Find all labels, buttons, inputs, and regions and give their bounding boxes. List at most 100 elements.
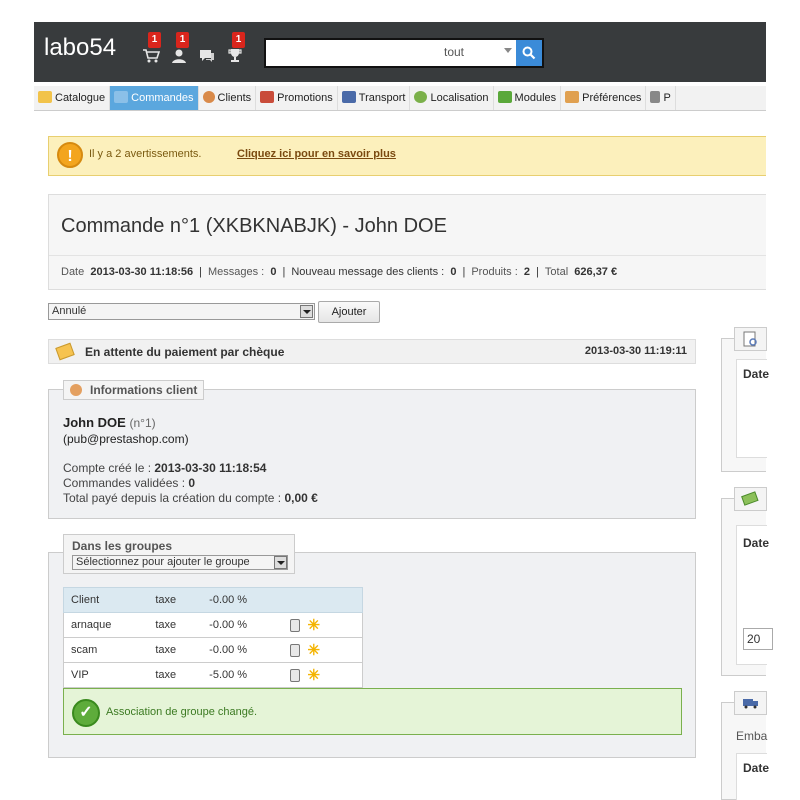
group-name: VIP — [63, 662, 149, 688]
group-actions — [282, 587, 363, 613]
paid-label: Total payé depuis la création du compte … — [63, 491, 285, 505]
payment-status-label: En attente du paiement par chèque — [85, 345, 285, 359]
check-icon: ✓ — [72, 699, 100, 727]
search-input[interactable] — [266, 40, 436, 66]
menu-modules[interactable]: Modules — [494, 86, 562, 110]
warning-link[interactable]: Cliquez ici pour en savoir plus — [237, 148, 396, 160]
truck-icon — [734, 691, 767, 715]
client-email[interactable]: (pub@prestashop.com) — [63, 432, 189, 446]
client-name[interactable]: John DOE — [63, 415, 126, 430]
documents-table: Date — [736, 359, 770, 458]
cart-icon — [142, 48, 161, 69]
chevron-down-icon — [300, 305, 313, 318]
add-group-select[interactable]: Sélectionnez pour ajouter le groupe — [72, 555, 288, 570]
calendar-icon — [260, 91, 275, 103]
menu-preferences[interactable]: Préférences — [561, 86, 647, 110]
warning-text: Il y a 2 avertissements. — [89, 148, 202, 160]
default-group-icon[interactable]: ✳ — [308, 618, 321, 633]
delete-icon[interactable] — [289, 643, 300, 657]
orders-badge: 1 — [148, 32, 161, 48]
shipping-date-header: Date — [743, 761, 770, 775]
prefs-icon — [565, 91, 580, 103]
group-reduction: -0.00 % — [202, 637, 283, 663]
success-message: ✓ Association de groupe changé. — [63, 688, 682, 735]
order-meta: Date 2013-03-30 11:18:56 | Messages : 0 | No… — [49, 255, 766, 291]
payment-status-date: 2013-03-30 11:19:11 — [584, 345, 687, 357]
cart-icon — [114, 91, 129, 103]
menu-commandes[interactable]: Commandes — [110, 86, 199, 110]
shop-name[interactable]: labo54 — [44, 34, 116, 62]
messages-notification[interactable] — [198, 42, 222, 66]
default-group-icon[interactable]: ✳ — [308, 643, 321, 658]
order-status-select[interactable]: Annulé — [48, 303, 315, 320]
menu-catalogue[interactable]: Catalogue — [34, 86, 111, 110]
delete-icon[interactable] — [289, 618, 300, 632]
new-messages-value: 0 — [450, 266, 457, 278]
warning-icon: ! — [57, 142, 83, 168]
customers-notification[interactable]: 1 — [170, 32, 194, 66]
group-name: Client — [63, 587, 149, 613]
groups-legend: Dans les groupes Sélectionnez pour ajout… — [63, 534, 295, 574]
search-scope-select[interactable]: tout — [438, 42, 518, 64]
groups-title: Dans les groupes — [72, 539, 173, 553]
right-panel-documents: Date — [721, 327, 770, 472]
wrench-icon — [650, 91, 661, 103]
orders-notification[interactable]: 1 — [142, 32, 166, 69]
chevron-down-icon — [274, 556, 287, 569]
payment-date-input[interactable]: 20 — [743, 628, 773, 650]
payments-table: Date 20 — [736, 525, 773, 665]
menu-label: Modules — [514, 92, 557, 104]
client-id: (n°1) — [129, 416, 156, 430]
shipping-label: Emba — [736, 729, 768, 743]
menu-localisation[interactable]: Localisation — [410, 86, 494, 110]
table-row: Client taxe -0.00 % — [63, 587, 363, 613]
menu-transport[interactable]: Transport — [338, 86, 411, 110]
client-info-legend: Informations client — [63, 380, 205, 400]
group-tax: taxe — [148, 662, 203, 688]
main-menu: Catalogue Commandes Clients Promotions Trans… — [34, 86, 766, 111]
group-name: scam — [63, 637, 149, 663]
success-text: Association de groupe changé. — [106, 706, 258, 718]
total-label: Total — [544, 266, 569, 278]
menu-label: Commandes — [131, 92, 194, 104]
table-row: arnaque taxe -0.00 % ✳ — [63, 612, 363, 638]
menu-label: Localisation — [430, 92, 489, 104]
add-status-button[interactable]: Ajouter — [318, 301, 380, 323]
payment-status-row: En attente du paiement par chèque 2013-0… — [48, 339, 696, 364]
menu-promotions[interactable]: Promotions — [256, 86, 338, 110]
money-icon — [734, 487, 767, 511]
default-group-icon[interactable]: ✳ — [308, 668, 321, 683]
group-tax: taxe — [148, 612, 203, 638]
date-value: 2013-03-30 11:18:56 — [90, 266, 194, 278]
search-icon — [522, 46, 536, 60]
right-panel-shipping: Emba Date — [721, 691, 770, 800]
new-messages-label: Nouveau message des clients : — [291, 266, 445, 278]
top-header: labo54 1 1 1 tout — [34, 22, 766, 82]
created-value: 2013-03-30 11:18:54 — [154, 461, 267, 475]
document-icon — [734, 327, 767, 351]
right-panel-payments: Date 20 — [721, 487, 773, 676]
order-header: Commande n°1 (XKBKNABJK) - John DOE Date… — [48, 194, 766, 290]
customers-badge: 1 — [176, 32, 189, 48]
trophy-badge: 1 — [232, 32, 245, 48]
group-actions: ✳ — [282, 662, 363, 688]
created-label: Compte créé le : — [63, 461, 155, 475]
menu-clients[interactable]: Clients — [199, 86, 257, 110]
globe-icon — [414, 91, 428, 103]
trophy-notification[interactable]: 1 — [226, 32, 250, 69]
documents-date-header: Date — [743, 367, 770, 381]
menu-parameters[interactable]: P — [646, 86, 676, 110]
delete-icon[interactable] — [289, 668, 300, 682]
messages-value: 0 — [270, 266, 277, 278]
trophy-icon — [226, 48, 244, 69]
group-reduction: -5.00 % — [202, 662, 283, 688]
menu-label: Préférences — [582, 92, 642, 104]
add-group-placeholder: Sélectionnez pour ajouter le groupe — [76, 556, 250, 568]
table-row: scam taxe -0.00 % ✳ — [63, 637, 363, 663]
page-title: Commande n°1 (XKBKNABJK) - John DOE — [61, 215, 447, 237]
menu-label: Promotions — [277, 92, 333, 104]
menu-label: Transport — [358, 92, 406, 104]
payments-date-header: Date — [743, 536, 770, 550]
search-button[interactable] — [516, 40, 542, 66]
group-tax: taxe — [148, 587, 203, 613]
